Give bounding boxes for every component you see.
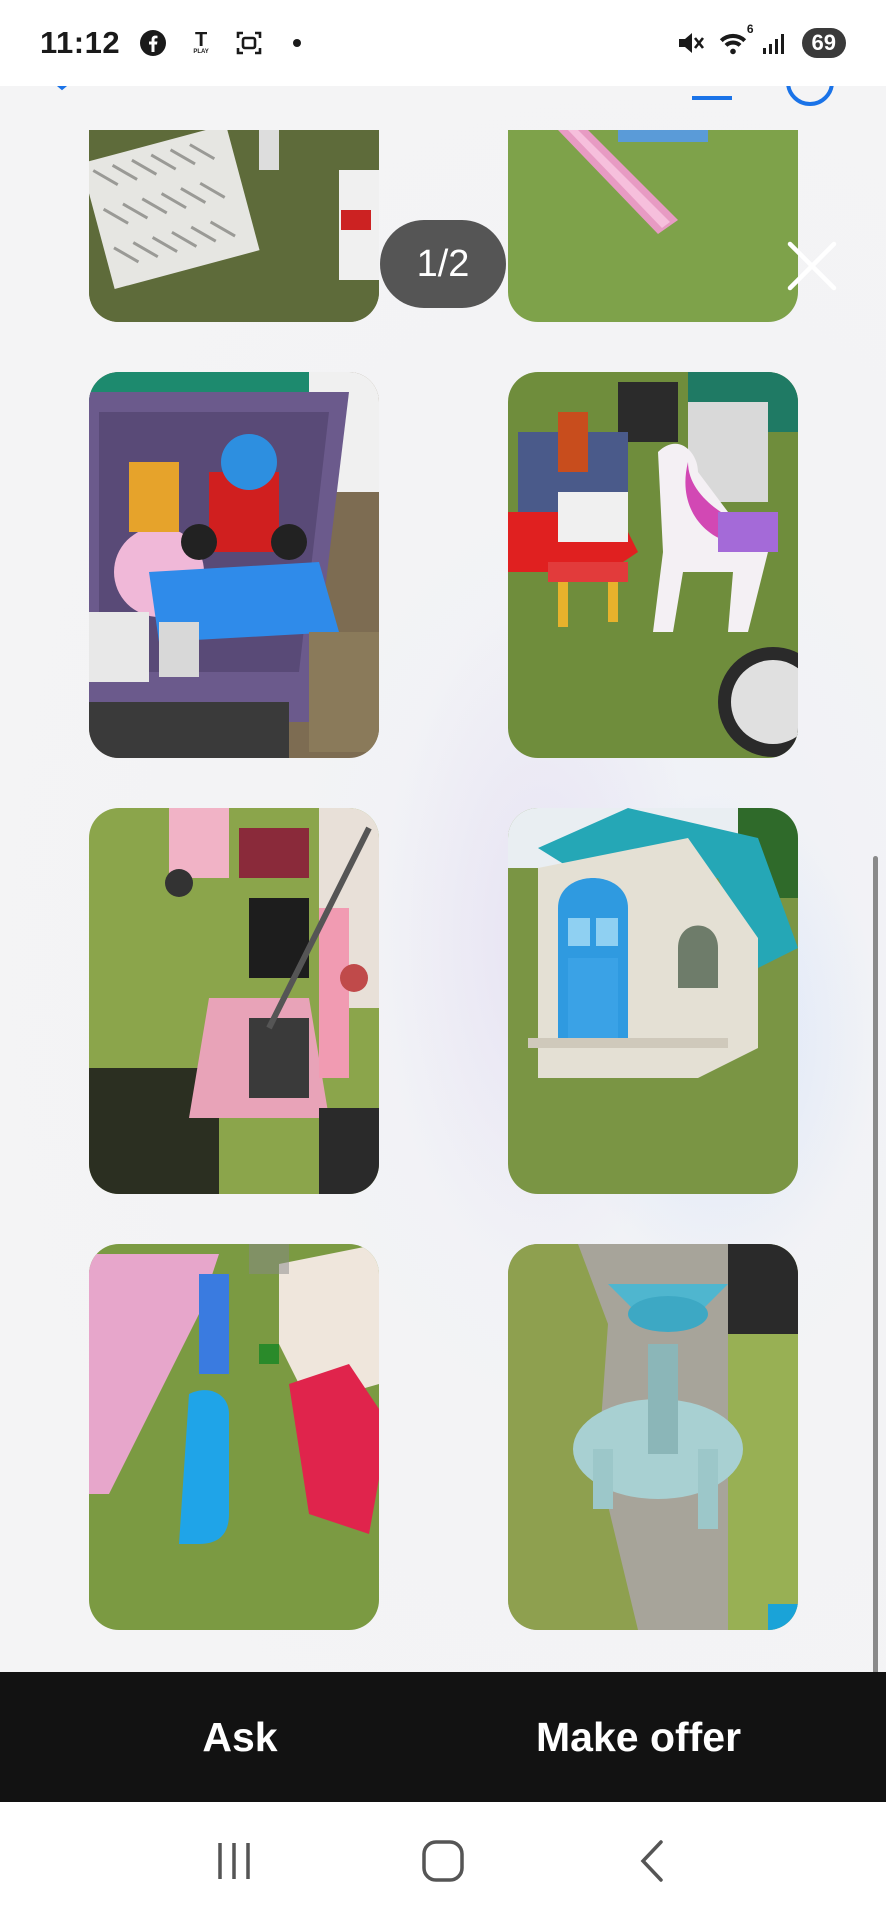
photo-slides-rocker[interactable] bbox=[89, 1244, 379, 1630]
make-offer-button[interactable]: Make offer bbox=[480, 1672, 886, 1802]
ask-button[interactable]: Ask bbox=[0, 1672, 480, 1802]
photo-gate[interactable] bbox=[89, 130, 379, 322]
mute-icon bbox=[676, 28, 706, 58]
photo-water-table[interactable] bbox=[508, 1244, 798, 1630]
battery-indicator: 69 bbox=[801, 28, 846, 58]
photo-gallery[interactable]: 1/2 bbox=[0, 86, 886, 1672]
photo-counter: 1/2 bbox=[380, 220, 506, 308]
download-icon[interactable] bbox=[688, 86, 736, 113]
wifi-badge: 6 bbox=[746, 22, 754, 36]
action-bar: Ask Make offer bbox=[0, 1672, 886, 1802]
status-time: 11:12 bbox=[40, 25, 121, 60]
home-icon[interactable] bbox=[403, 1831, 483, 1891]
scrollbar[interactable] bbox=[873, 856, 878, 1672]
t-play-icon: T PLAY bbox=[193, 29, 209, 55]
system-nav-bar bbox=[0, 1802, 886, 1920]
screenshot-icon bbox=[234, 28, 264, 58]
more-icon[interactable] bbox=[784, 86, 836, 115]
photo-playhouse[interactable] bbox=[508, 808, 798, 1194]
photo-toy-bin[interactable] bbox=[89, 372, 379, 758]
photo-toy-car[interactable] bbox=[89, 808, 379, 1194]
photo-slide[interactable] bbox=[508, 130, 798, 322]
recents-icon[interactable] bbox=[194, 1831, 274, 1891]
wifi-icon: 6 bbox=[718, 22, 754, 58]
dot-icon bbox=[282, 28, 312, 58]
collapse-icon[interactable] bbox=[44, 86, 80, 99]
signal-icon bbox=[760, 28, 790, 58]
facebook-icon bbox=[138, 28, 168, 58]
back-icon[interactable] bbox=[612, 1831, 692, 1891]
t-play-label: PLAY bbox=[193, 49, 209, 55]
photo-ride-ons[interactable] bbox=[508, 372, 798, 758]
close-icon[interactable] bbox=[784, 238, 840, 294]
status-bar: 11:12 T PLAY 6 69 bbox=[0, 0, 886, 86]
